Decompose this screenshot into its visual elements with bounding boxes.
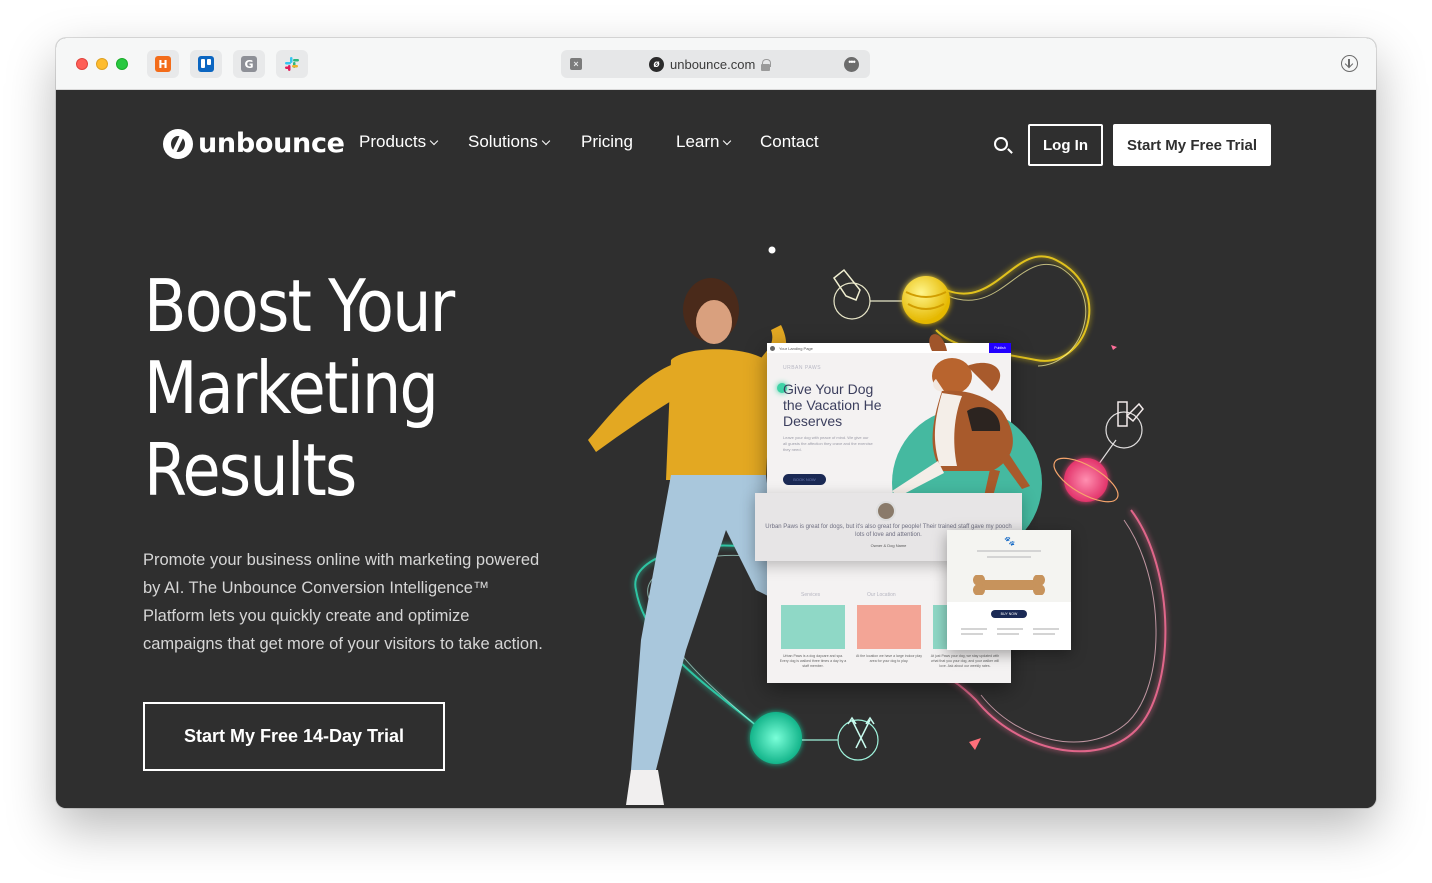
more-options-icon[interactable]: ••• bbox=[844, 57, 859, 72]
lp-card-text: At just Paws your dog, we stay updated w… bbox=[930, 654, 1000, 668]
pen-tool-icon bbox=[832, 268, 861, 301]
grammarly-icon: G bbox=[241, 56, 257, 72]
white-dot bbox=[768, 246, 776, 254]
main-nav: unbounce Products Solutions Pricing Lear… bbox=[56, 90, 1376, 200]
text-line bbox=[961, 633, 983, 635]
nav-item-learn[interactable]: Learn bbox=[676, 132, 732, 152]
minimize-window-button[interactable] bbox=[96, 58, 108, 70]
green-ball-icon bbox=[750, 712, 802, 764]
testimonial-avatar bbox=[876, 501, 896, 521]
download-icon[interactable] bbox=[1341, 55, 1358, 72]
lp-card-image bbox=[857, 605, 921, 649]
tab-slack[interactable] bbox=[276, 50, 308, 78]
browser-toolbar: H G × ø unbounce.com ••• bbox=[56, 38, 1376, 90]
login-button[interactable]: Log In bbox=[1028, 124, 1103, 166]
chevron-down-icon bbox=[429, 136, 439, 145]
text-line bbox=[1033, 633, 1055, 635]
paw-icon: 🐾 bbox=[1004, 536, 1016, 546]
red-triangle bbox=[969, 738, 981, 750]
lock-icon bbox=[761, 58, 772, 71]
address-bar[interactable]: × ø unbounce.com ••• bbox=[561, 50, 870, 78]
tab-trello[interactable] bbox=[190, 50, 222, 78]
lp-book-now-button: BOOK NOW bbox=[783, 474, 826, 485]
page: unbounce Products Solutions Pricing Lear… bbox=[56, 90, 1376, 808]
lp-section-title: Services bbox=[801, 592, 821, 598]
nav-item-pricing[interactable]: Pricing bbox=[581, 132, 633, 152]
hero-illustration: Your Landing Page Publish URBAN PAWS Giv… bbox=[576, 230, 1196, 808]
chevron-down-icon bbox=[723, 136, 732, 145]
swatch-icon bbox=[1117, 401, 1128, 427]
harvest-icon: H bbox=[155, 56, 171, 72]
chevron-down-icon bbox=[541, 136, 551, 145]
lp-logo-icon bbox=[770, 345, 775, 351]
lp-card-image bbox=[781, 605, 845, 649]
split-arrows-icon-ring bbox=[837, 719, 879, 761]
address-site: ø unbounce.com bbox=[649, 50, 772, 78]
hero-description: Promote your business online with market… bbox=[143, 551, 543, 653]
hero-title: Boost Your Marketing Results bbox=[144, 265, 505, 511]
lp-card-text: At the location we have a large indoor p… bbox=[856, 654, 922, 663]
nav-item-contact[interactable]: Contact bbox=[760, 132, 819, 152]
nav-item-label: Pricing bbox=[581, 132, 633, 151]
unbounce-logo-mark-icon bbox=[163, 128, 193, 159]
unbounce-logo[interactable]: unbounce bbox=[163, 128, 345, 159]
lp-headline: Give Your Dog the Vacation He Deserves bbox=[783, 381, 882, 429]
hero-title-line: Results bbox=[144, 428, 357, 512]
nav-item-label: Contact bbox=[760, 132, 819, 151]
dog-bone-image bbox=[973, 575, 1045, 595]
lp-card-text: Urban Paws is a dog daycare and spa. Eve… bbox=[779, 654, 847, 668]
tab-grammarly[interactable]: G bbox=[233, 50, 265, 78]
url-text: unbounce.com bbox=[670, 56, 756, 72]
hero-title-line: Boost Your bbox=[144, 264, 455, 348]
unbounce-favicon: ø bbox=[649, 56, 664, 72]
text-line bbox=[961, 628, 987, 630]
close-tab-icon[interactable]: × bbox=[570, 58, 582, 70]
nav-item-products[interactable]: Products bbox=[359, 132, 439, 152]
product-popup-card: 🐾 BUY NOW bbox=[947, 530, 1071, 650]
lp-section-title: Our Location bbox=[867, 592, 896, 598]
text-line bbox=[1033, 628, 1059, 630]
start-14-day-trial-button[interactable]: Start My Free 14-Day Trial bbox=[143, 702, 445, 771]
brand-name: unbounce bbox=[198, 128, 345, 159]
trello-icon bbox=[198, 56, 214, 72]
search-icon[interactable] bbox=[994, 137, 1008, 151]
nav-item-solutions[interactable]: Solutions bbox=[468, 132, 551, 152]
nav-item-label: Solutions bbox=[468, 132, 538, 151]
dog-image bbox=[892, 334, 1030, 507]
buy-now-button: BUY NOW bbox=[991, 610, 1027, 618]
text-line bbox=[987, 556, 1031, 558]
lp-brand: URBAN PAWS bbox=[783, 365, 822, 371]
start-free-trial-button[interactable]: Start My Free Trial bbox=[1113, 124, 1271, 166]
slack-icon bbox=[285, 57, 299, 71]
text-line bbox=[997, 633, 1019, 635]
nav-item-label: Products bbox=[359, 132, 427, 151]
lp-subtext: Leave your dog with peace of mind. We gi… bbox=[783, 435, 873, 452]
lp-bar-title: Your Landing Page bbox=[779, 345, 813, 351]
text-line bbox=[977, 550, 1041, 552]
split-arrows-icon bbox=[847, 716, 875, 749]
nav-item-label: Learn bbox=[676, 132, 720, 151]
hero-title-line: Marketing bbox=[144, 346, 439, 430]
browser-window: H G × ø unbounce.com ••• unbounce Produc… bbox=[56, 38, 1376, 808]
close-window-button[interactable] bbox=[76, 58, 88, 70]
maximize-window-button[interactable] bbox=[116, 58, 128, 70]
text-line bbox=[997, 628, 1023, 630]
yellow-ball-icon bbox=[902, 276, 950, 324]
tab-harvest[interactable]: H bbox=[147, 50, 179, 78]
pen-icon-ring bbox=[833, 282, 871, 320]
